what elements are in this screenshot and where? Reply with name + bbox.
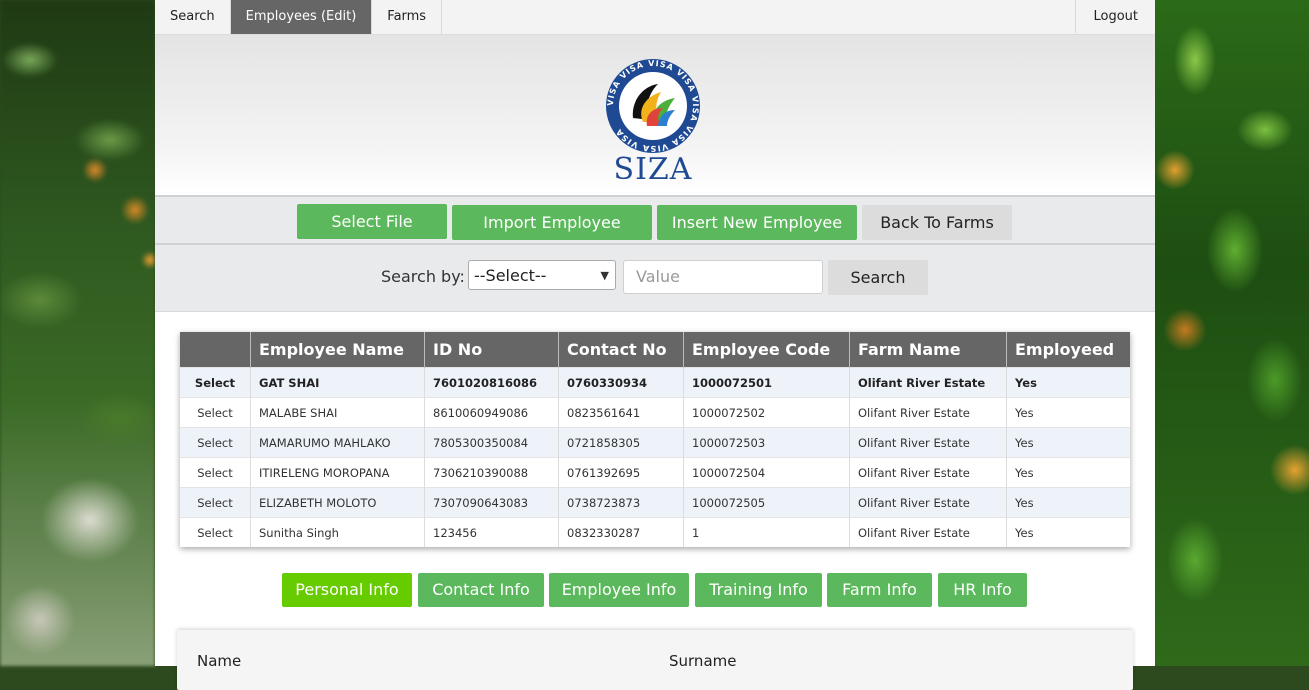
background-foliage-left (0, 0, 155, 666)
tab-personal-info[interactable]: Personal Info (282, 573, 412, 607)
logo-banner: VISA VISA VISA VISA VISA VISA VISA VISA … (155, 35, 1155, 196)
chevron-down-icon: ▼ (600, 269, 609, 282)
table-row: Select MAMARUMO MAHLAKO 7805300350084 07… (180, 427, 1130, 458)
tab-farm-info[interactable]: Farm Info (827, 573, 932, 607)
table-header-id-no: ID No (424, 332, 559, 368)
cell-employee-name: ELIZABETH MOLOTO (250, 487, 425, 518)
cell-employee-code: 1000072501 (683, 367, 850, 398)
search-by-select[interactable]: --Select-- ▼ (468, 260, 616, 290)
cell-farm-name: Olifant River Estate (849, 397, 1007, 428)
search-button[interactable]: Search (828, 260, 928, 295)
back-to-farms-button[interactable]: Back To Farms (862, 205, 1012, 240)
main-page: Search Employees (Edit) Farms Logout VIS… (155, 0, 1155, 690)
table-header-contact-no: Contact No (558, 332, 684, 368)
cell-contact-no: 0832330287 (558, 517, 684, 547)
cell-farm-name: Olifant River Estate (849, 517, 1007, 547)
table-row: Select MALABE SHAI 8610060949086 0823561… (180, 397, 1130, 428)
cell-employeed: Yes (1006, 457, 1130, 488)
nav-farms[interactable]: Farms (372, 0, 443, 34)
nav-employees-edit[interactable]: Employees (Edit) (230, 0, 373, 34)
table-header-employeed: Employeed (1006, 332, 1130, 368)
cell-employeed: Yes (1006, 367, 1130, 398)
row-select-link[interactable]: Select (180, 517, 251, 547)
employee-table: Employee Name ID No Contact No Employee … (180, 332, 1130, 547)
cell-farm-name: Olifant River Estate (849, 427, 1007, 458)
cell-employeed: Yes (1006, 427, 1130, 458)
cell-contact-no: 0738723873 (558, 487, 684, 518)
cell-employee-code: 1 (683, 517, 850, 547)
cell-id-no: 123456 (424, 517, 559, 547)
table-row: Select Sunitha Singh 123456 0832330287 1… (180, 517, 1130, 547)
cell-employee-name: Sunitha Singh (250, 517, 425, 547)
top-navigation: Search Employees (Edit) Farms Logout (155, 0, 1155, 35)
table-row: Select ITIRELENG MOROPANA 7306210390088 … (180, 457, 1130, 488)
cell-farm-name: Olifant River Estate (849, 367, 1007, 398)
logo-brand-text: SIZA (613, 152, 693, 187)
cell-employee-code: 1000072505 (683, 487, 850, 518)
cell-contact-no: 0721858305 (558, 427, 684, 458)
cell-employeed: Yes (1006, 397, 1130, 428)
nav-search[interactable]: Search (155, 0, 231, 34)
cell-employee-code: 1000072502 (683, 397, 850, 428)
cell-employee-name: ITIRELENG MOROPANA (250, 457, 425, 488)
search-by-selected-value: --Select-- (474, 266, 547, 285)
search-by-label: Search by: (381, 267, 465, 286)
search-bar: Search by: --Select-- ▼ Value Search (155, 245, 1155, 312)
row-select-link[interactable]: Select (180, 487, 251, 518)
tab-training-info[interactable]: Training Info (695, 573, 822, 607)
cell-farm-name: Olifant River Estate (849, 487, 1007, 518)
cell-employeed: Yes (1006, 487, 1130, 518)
cell-employee-code: 1000072504 (683, 457, 850, 488)
table-header-employee-code: Employee Code (683, 332, 850, 368)
row-select-link[interactable]: Select (180, 427, 251, 458)
row-select-link[interactable]: Select (180, 457, 251, 488)
import-employee-button[interactable]: Import Employee (452, 205, 652, 240)
tab-contact-info[interactable]: Contact Info (418, 573, 544, 607)
cell-employee-name: MAMARUMO MAHLAKO (250, 427, 425, 458)
logout-button[interactable]: Logout (1075, 0, 1155, 33)
employee-table-container: Employee Name ID No Contact No Employee … (180, 332, 1130, 547)
cell-id-no: 7805300350084 (424, 427, 559, 458)
table-header-row: Employee Name ID No Contact No Employee … (180, 332, 1130, 368)
table-header-employee-name: Employee Name (250, 332, 425, 368)
cell-id-no: 7307090643083 (424, 487, 559, 518)
search-value-input[interactable]: Value (623, 260, 823, 294)
cell-id-no: 7601020816086 (424, 367, 559, 398)
cell-id-no: 7306210390088 (424, 457, 559, 488)
cell-id-no: 8610060949086 (424, 397, 559, 428)
cell-employee-name: MALABE SHAI (250, 397, 425, 428)
table-header-action (180, 332, 251, 368)
cell-contact-no: 0823561641 (558, 397, 684, 428)
name-label: Name (197, 652, 242, 670)
tab-employee-info[interactable]: Employee Info (549, 573, 689, 607)
cell-contact-no: 0761392695 (558, 457, 684, 488)
background-foliage-right (1155, 0, 1309, 666)
cell-employee-name: GAT SHAI (250, 367, 425, 398)
row-select-link[interactable]: Select (180, 397, 251, 428)
table-header-farm-name: Farm Name (849, 332, 1007, 368)
tab-hr-info[interactable]: HR Info (938, 573, 1027, 607)
cell-employeed: Yes (1006, 517, 1130, 547)
cell-farm-name: Olifant River Estate (849, 457, 1007, 488)
table-row: Select GAT SHAI 7601020816086 0760330934… (180, 367, 1130, 398)
select-file-button[interactable]: Select File (297, 204, 447, 239)
surname-label: Surname (669, 652, 737, 670)
siza-logo: VISA VISA VISA VISA VISA VISA VISA VISA … (603, 56, 703, 187)
row-select-link[interactable]: Select (180, 367, 251, 398)
table-row: Select ELIZABETH MOLOTO 7307090643083 07… (180, 487, 1130, 518)
personal-info-form: Name Surname (177, 630, 1133, 690)
siza-emblem-icon: VISA VISA VISA VISA VISA VISA VISA VISA (606, 59, 700, 153)
insert-new-employee-button[interactable]: Insert New Employee (657, 205, 857, 240)
action-bar: Select File Import Employee Insert New E… (155, 196, 1155, 245)
cell-contact-no: 0760330934 (558, 367, 684, 398)
cell-employee-code: 1000072503 (683, 427, 850, 458)
